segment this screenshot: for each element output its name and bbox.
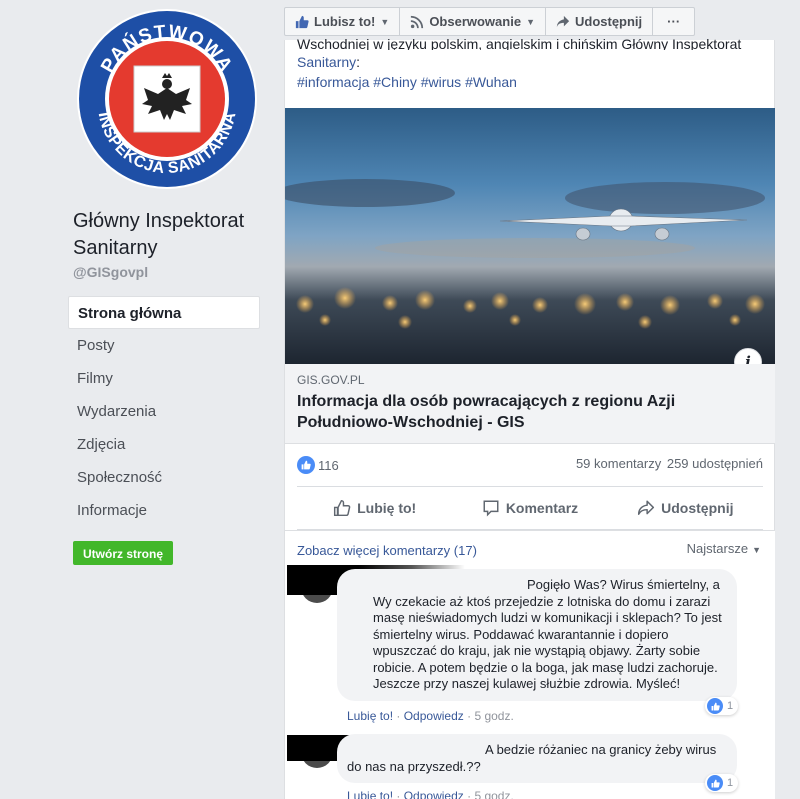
share-arrow-icon bbox=[638, 500, 655, 515]
rss-icon bbox=[411, 15, 424, 28]
post-text-cut: Wschodniej w języku polskim, angielskim … bbox=[297, 38, 742, 50]
follow-button[interactable]: Obserwowanie ▼ bbox=[399, 7, 546, 36]
post-like-button[interactable]: Lubię to! bbox=[297, 487, 452, 529]
post-share-button[interactable]: Udostępnij bbox=[608, 487, 763, 529]
sidebar-nav: Strona główna Posty Filmy Wydarzenia Zdj… bbox=[68, 296, 260, 527]
post-actions: Lubię to! Komentarz Udostępnij bbox=[297, 486, 763, 530]
nav-item-videos[interactable]: Filmy bbox=[68, 362, 260, 395]
like-reaction-icon bbox=[707, 698, 723, 714]
comment-bubble-icon bbox=[483, 500, 499, 517]
thumbs-up-outline-icon bbox=[334, 499, 351, 517]
nav-item-events[interactable]: Wydarzenia bbox=[68, 395, 260, 428]
comment-reactions[interactable]: 1 bbox=[705, 697, 739, 715]
comment-text: Pogięło Was? Wirus śmiertelny, a Wy czek… bbox=[373, 577, 722, 691]
like-page-label: Lubisz to! bbox=[314, 14, 376, 29]
post-stats: 116 59 komentarzy 259 udostępnień bbox=[297, 456, 763, 476]
nav-item-posts[interactable]: Posty bbox=[68, 329, 260, 362]
comments-count[interactable]: 59 komentarzy bbox=[576, 456, 661, 471]
chevron-down-icon: ▼ bbox=[752, 545, 761, 555]
sort-label: Najstarsze bbox=[686, 541, 749, 556]
comment-bubble: Pogięło Was? Wirus śmiertelny, a Wy czek… bbox=[337, 569, 737, 701]
like-page-button[interactable]: Lubisz to! ▼ bbox=[284, 7, 401, 36]
comment-item: Pogięło Was? Wirus śmiertelny, a Wy czek… bbox=[287, 565, 763, 725]
link-domain: GIS.GOV.PL bbox=[297, 373, 365, 387]
comments-section: Zobacz więcej komentarzy (17) Najstarsze… bbox=[285, 530, 775, 799]
like-reaction-icon bbox=[707, 775, 723, 791]
comment-text: A bedzie różaniec na granicy żeby wirus … bbox=[347, 742, 717, 774]
comment-bubble: A bedzie różaniec na granicy żeby wirus … bbox=[337, 734, 737, 783]
post-like-label: Lubię to! bbox=[357, 500, 417, 516]
more-options-button[interactable]: ··· bbox=[652, 7, 696, 36]
reaction-count: 1 bbox=[727, 777, 734, 789]
post-text-after: : bbox=[356, 54, 361, 70]
chevron-down-icon: ▼ bbox=[380, 16, 390, 27]
comment-time[interactable]: 5 godz. bbox=[474, 789, 513, 799]
share-arrow-icon bbox=[556, 15, 570, 27]
post-hashtags[interactable]: #informacja #Chiny #wirus #Wuhan bbox=[297, 72, 767, 92]
likes-count: 116 bbox=[318, 457, 339, 473]
page-mention-link[interactable]: Sanitarny bbox=[297, 54, 356, 70]
likes-summary[interactable]: 116 bbox=[297, 456, 339, 474]
like-reaction-icon bbox=[297, 456, 315, 474]
comment-reply-link[interactable]: Odpowiedz bbox=[404, 789, 464, 799]
post-comment-button[interactable]: Komentarz bbox=[452, 487, 607, 529]
reaction-count: 1 bbox=[727, 700, 734, 712]
chevron-down-icon: ▼ bbox=[526, 16, 535, 27]
comment-item: A bedzie różaniec na granicy żeby wirus … bbox=[287, 734, 763, 799]
post-comment-label: Komentarz bbox=[505, 500, 579, 516]
comment-reactions[interactable]: 1 bbox=[705, 774, 739, 792]
nav-item-home[interactable]: Strona główna bbox=[68, 296, 260, 329]
nav-item-photos[interactable]: Zdjęcia bbox=[68, 428, 260, 461]
comment-time[interactable]: 5 godz. bbox=[474, 709, 513, 723]
follow-label: Obserwowanie bbox=[429, 14, 522, 29]
sort-comments-dropdown[interactable]: Najstarsze ▼ bbox=[687, 541, 761, 556]
post-card: Wschodniej w języku polskim, angielskim … bbox=[284, 38, 775, 799]
engagement-counts: 59 komentarzy 259 udostępnień bbox=[574, 456, 763, 471]
more-dots-icon: ··· bbox=[667, 14, 681, 29]
share-page-button[interactable]: Udostępnij bbox=[544, 7, 654, 36]
gis-logo[interactable]: PAŃSTWOWA INSPEKCJA SANITARNA bbox=[76, 8, 258, 190]
comment-like-link[interactable]: Lubię to! bbox=[347, 709, 393, 723]
comment-like-link[interactable]: Lubię to! bbox=[347, 789, 393, 799]
link-preview-image[interactable] bbox=[285, 108, 775, 364]
airplane-photo bbox=[285, 179, 765, 329]
page-title[interactable]: Główny Inspektorat Sanitarny bbox=[73, 208, 268, 262]
view-more-comments-link[interactable]: Zobacz więcej komentarzy (17) bbox=[297, 543, 477, 558]
post-share-label: Udostępnij bbox=[661, 500, 734, 516]
post-text: Wschodniej w języku polskim, angielskim … bbox=[297, 38, 767, 92]
sidebar: PAŃSTWOWA INSPEKCJA SANITARNA Główny Ins… bbox=[0, 0, 270, 799]
nav-item-about[interactable]: Informacje bbox=[68, 494, 260, 527]
thumbs-up-icon bbox=[295, 15, 309, 28]
page-handle: @GISgovpl bbox=[73, 264, 149, 280]
link-title[interactable]: Informacja dla osób powracających z regi… bbox=[297, 391, 757, 433]
link-preview-meta[interactable]: GIS.GOV.PL Informacja dla osób powracają… bbox=[285, 364, 775, 444]
comment-meta: Lubię to! · Odpowiedz · 5 godz. bbox=[347, 709, 514, 723]
shares-count[interactable]: 259 udostępnień bbox=[667, 456, 763, 471]
page-action-bar: Lubisz to! ▼ Obserwowanie ▼ Udostępnij ·… bbox=[284, 7, 696, 36]
comment-reply-link[interactable]: Odpowiedz bbox=[404, 709, 464, 723]
share-page-label: Udostępnij bbox=[574, 14, 643, 29]
comment-meta: Lubię to! · Odpowiedz · 5 godz. bbox=[347, 789, 514, 799]
nav-item-community[interactable]: Społeczność bbox=[68, 461, 260, 494]
create-page-button[interactable]: Utwórz stronę bbox=[73, 541, 174, 565]
